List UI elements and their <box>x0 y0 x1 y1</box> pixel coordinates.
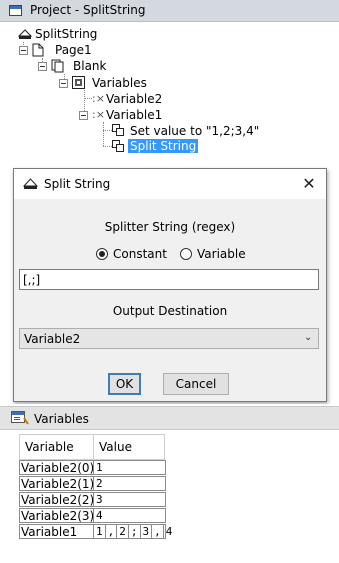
variables-icon <box>72 76 85 89</box>
value-element: 3 <box>141 525 153 538</box>
value-element: 4 <box>165 525 173 538</box>
table-row[interactable]: Variable2(1) 2 <box>19 476 166 492</box>
collapse-toggle-icon[interactable] <box>19 46 28 55</box>
variable-value-cell: 1 <box>93 460 166 475</box>
variable-marker-icon: :× <box>92 92 105 105</box>
tree-label-blank: Blank <box>73 59 107 73</box>
variable-value-cell: 4 <box>93 508 166 523</box>
variable-name-cell: Variable2(2) <box>19 492 95 507</box>
output-destination-select[interactable]: Variable2 ⌄ <box>19 328 319 349</box>
splitter-label: Splitter String (regex) <box>104 220 236 234</box>
radio-constant-icon[interactable] <box>96 248 108 260</box>
tree-label-page: Page1 <box>55 43 92 57</box>
tree-item-set-value[interactable]: Set value to "1,2;3,4" <box>112 123 333 139</box>
variable-name-cell: Variable2(3) <box>19 508 95 523</box>
variable-marker-icon: :× <box>92 108 105 121</box>
action-icon <box>112 140 124 152</box>
output-destination-label: Output Destination <box>112 304 228 318</box>
variable-value-cell: 2 <box>93 476 166 491</box>
value-element: 3 <box>96 493 103 506</box>
project-titlebar[interactable]: Project - SplitString <box>0 0 339 22</box>
tree-item-variable2[interactable]: :× Variable2 <box>92 91 333 107</box>
value-element: , <box>152 525 164 538</box>
tree-label-split-string: Split String <box>128 139 199 153</box>
variable-name-cell: Variable1 <box>19 524 94 539</box>
dialog-title: Split String <box>44 177 111 191</box>
tree-item-variable1[interactable]: :× Variable1 <box>79 107 333 123</box>
variables-panel: Variables Variable Value Variable2(0) 1 Va… <box>0 404 339 563</box>
variables-window-icon <box>11 411 29 425</box>
tree-label-variable2: Variable2 <box>106 92 163 106</box>
tree-connector <box>103 146 112 147</box>
chevron-down-icon: ⌄ <box>304 332 313 343</box>
collapse-toggle-icon[interactable] <box>59 79 68 88</box>
window-icon <box>9 5 22 16</box>
column-header-variable[interactable]: Variable <box>19 434 94 460</box>
page-icon <box>32 43 44 57</box>
value-element: 2 <box>96 477 103 490</box>
table-row[interactable]: Variable1 1, 2; 3, 4 <box>19 524 172 540</box>
tree-item-variables[interactable]: Variables <box>59 75 333 91</box>
tree-label-set-value: Set value to "1,2;3,4" <box>130 124 260 138</box>
value-element: , <box>106 525 118 538</box>
variable-value-cell: 1, 2; 3, 4 <box>93 524 172 539</box>
table-row[interactable]: Variable2(2) 3 <box>19 492 166 508</box>
value-element: 4 <box>96 509 103 522</box>
regex-input[interactable] <box>19 269 319 290</box>
tree-connector <box>103 130 112 131</box>
action-icon <box>112 124 124 136</box>
tree-label-root: SplitString <box>35 27 98 41</box>
cancel-button[interactable]: Cancel <box>163 373 229 395</box>
output-destination-value: Variable2 <box>24 332 81 346</box>
variable-name-cell: Variable2(1) <box>19 476 95 491</box>
tree-item-split-string[interactable]: Split String <box>112 139 333 155</box>
value-element: 2 <box>117 525 129 538</box>
tree-connector <box>103 122 104 146</box>
close-icon[interactable]: ✕ <box>298 173 320 195</box>
variable-name-cell: Variable2(0) <box>19 460 95 475</box>
value-element: 1 <box>94 525 106 538</box>
radio-variable-label: Variable <box>197 247 246 261</box>
variables-title: Variables <box>34 412 89 426</box>
collapse-toggle-icon[interactable] <box>79 111 88 120</box>
ok-button[interactable]: OK <box>108 373 141 395</box>
project-title: Project - SplitString <box>30 3 146 17</box>
variables-titlebar[interactable]: Variables <box>0 406 339 430</box>
split-string-dialog: Split String ✕ Splitter String (regex) C… <box>13 168 327 402</box>
dialog-app-icon <box>23 178 38 189</box>
variable-value-cell: 3 <box>93 492 166 507</box>
value-element: 1 <box>96 461 103 474</box>
column-header-value[interactable]: Value <box>93 434 165 460</box>
tree-item-blank[interactable]: Blank <box>38 59 333 75</box>
collapse-toggle-icon[interactable] <box>38 62 47 71</box>
tree-label-variable1: Variable1 <box>106 108 163 122</box>
tree-connector <box>84 98 92 99</box>
tree-label-variables: Variables <box>92 76 147 90</box>
dialog-titlebar[interactable]: Split String ✕ <box>14 169 326 199</box>
tree-item-root[interactable]: SplitString <box>18 27 333 43</box>
value-element: ; <box>129 525 141 538</box>
radio-constant-label: Constant <box>113 247 167 261</box>
table-row[interactable]: Variable2(3) 4 <box>19 508 166 524</box>
project-icon <box>18 29 32 39</box>
blank-page-icon <box>51 59 64 73</box>
radio-variable-icon[interactable] <box>180 248 192 260</box>
table-row[interactable]: Variable2(0) 1 <box>19 460 166 476</box>
tree-item-page[interactable]: Page1 <box>19 43 333 59</box>
